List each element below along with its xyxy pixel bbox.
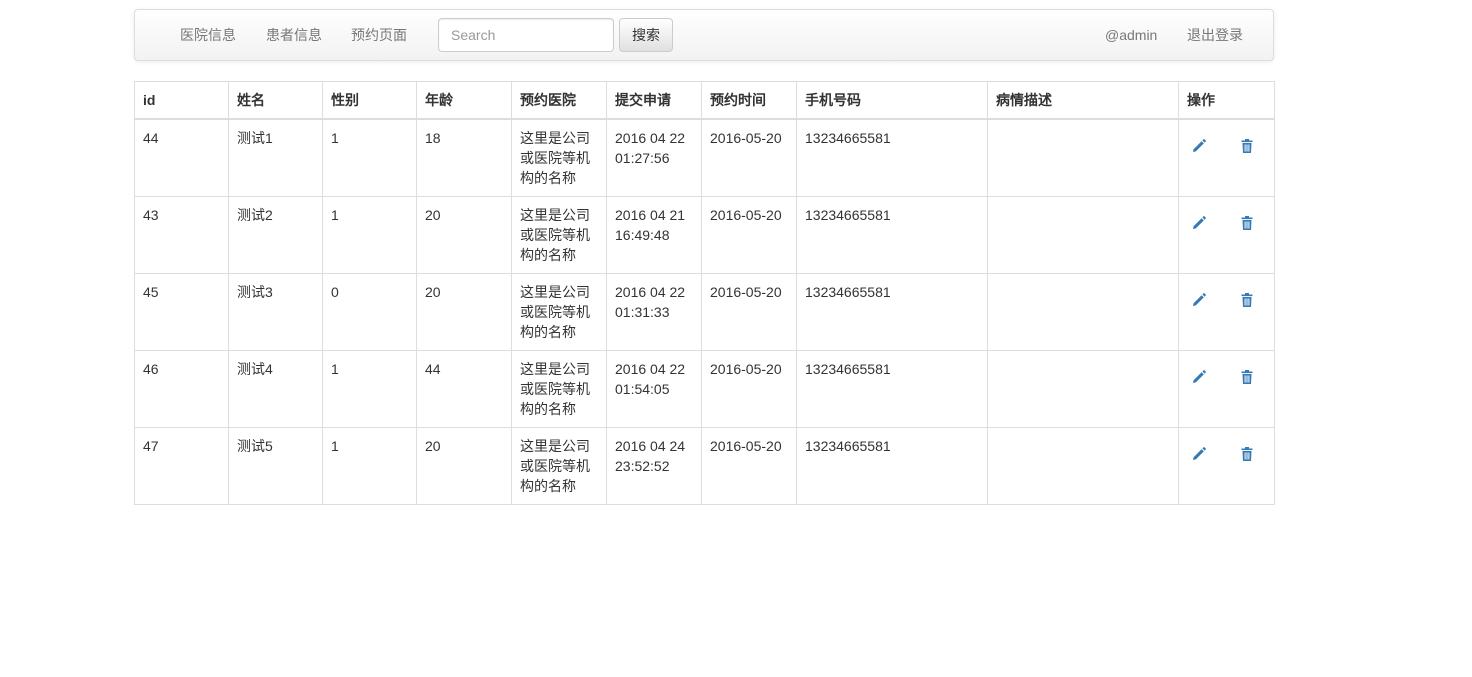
navbar: 医院信息 患者信息 预约页面 搜索 @admin 退出登录 <box>134 9 1274 61</box>
search-input[interactable] <box>438 18 614 52</box>
cell-name: 测试2 <box>228 196 323 274</box>
cell-id: 47 <box>134 427 229 505</box>
trash-icon[interactable] <box>1239 292 1255 308</box>
cell-name: 测试4 <box>228 350 323 428</box>
cell-hospital: 这里是公司或医院等机构的名称 <box>511 273 607 351</box>
cell-phone: 13234665581 <box>796 350 988 428</box>
cell-phone: 13234665581 <box>796 118 988 197</box>
appointments-table: id 姓名 性别 年龄 预约医院 提交申请 预约时间 手机号码 病情描述 操作 … <box>134 81 1275 505</box>
trash-icon[interactable] <box>1239 446 1255 462</box>
cell-phone: 13234665581 <box>796 427 988 505</box>
search-button[interactable]: 搜索 <box>619 18 673 52</box>
cell-hospital: 这里是公司或医院等机构的名称 <box>511 427 607 505</box>
trash-icon[interactable] <box>1239 215 1255 231</box>
cell-age: 20 <box>416 427 512 505</box>
cell-name: 测试3 <box>228 273 323 351</box>
cell-name: 测试5 <box>228 427 323 505</box>
cell-gender: 1 <box>322 118 417 197</box>
column-header-hospital: 预约医院 <box>511 81 607 120</box>
cell-appointment-time: 2016-05-20 <box>701 350 797 428</box>
cell-actions <box>1178 196 1275 274</box>
cell-id: 46 <box>134 350 229 428</box>
nav-link-patient-info[interactable]: 患者信息 <box>266 10 322 60</box>
column-header-submitted: 提交申请 <box>606 81 702 120</box>
pencil-icon[interactable] <box>1191 138 1207 154</box>
logout-link[interactable]: 退出登录 <box>1187 10 1243 60</box>
column-header-name: 姓名 <box>228 81 323 120</box>
user-link[interactable]: @admin <box>1105 10 1157 60</box>
trash-icon[interactable] <box>1239 138 1255 154</box>
cell-appointment-time: 2016-05-20 <box>701 118 797 197</box>
cell-gender: 1 <box>322 427 417 505</box>
column-header-appointment-time: 预约时间 <box>701 81 797 120</box>
cell-submitted: 2016 04 22 01:27:56 <box>606 118 702 197</box>
nav-link-hospital-info[interactable]: 医院信息 <box>180 10 236 60</box>
cell-appointment-time: 2016-05-20 <box>701 196 797 274</box>
nav-link-appointment-page[interactable]: 预约页面 <box>351 10 407 60</box>
cell-phone: 13234665581 <box>796 273 988 351</box>
cell-actions <box>1178 350 1275 428</box>
cell-actions <box>1178 427 1275 505</box>
cell-description <box>987 427 1179 505</box>
table-row: 46 测试4 1 44 这里是公司或医院等机构的名称 2016 04 22 01… <box>134 350 1275 428</box>
cell-age: 20 <box>416 273 512 351</box>
cell-id: 45 <box>134 273 229 351</box>
pencil-icon[interactable] <box>1191 292 1207 308</box>
column-header-actions: 操作 <box>1178 81 1275 120</box>
trash-icon[interactable] <box>1239 369 1255 385</box>
cell-hospital: 这里是公司或医院等机构的名称 <box>511 118 607 197</box>
cell-submitted: 2016 04 22 01:54:05 <box>606 350 702 428</box>
table-header-row: id 姓名 性别 年龄 预约医院 提交申请 预约时间 手机号码 病情描述 操作 <box>134 81 1275 120</box>
cell-age: 44 <box>416 350 512 428</box>
cell-actions <box>1178 118 1275 197</box>
cell-id: 43 <box>134 196 229 274</box>
cell-hospital: 这里是公司或医院等机构的名称 <box>511 350 607 428</box>
cell-description <box>987 196 1179 274</box>
cell-gender: 0 <box>322 273 417 351</box>
cell-submitted: 2016 04 22 01:31:33 <box>606 273 702 351</box>
cell-phone: 13234665581 <box>796 196 988 274</box>
cell-description <box>987 273 1179 351</box>
pencil-icon[interactable] <box>1191 446 1207 462</box>
cell-description <box>987 350 1179 428</box>
column-header-phone: 手机号码 <box>796 81 988 120</box>
table-row: 47 测试5 1 20 这里是公司或医院等机构的名称 2016 04 24 23… <box>134 427 1275 505</box>
cell-gender: 1 <box>322 196 417 274</box>
pencil-icon[interactable] <box>1191 369 1207 385</box>
cell-hospital: 这里是公司或医院等机构的名称 <box>511 196 607 274</box>
table-body: 44 测试1 1 18 这里是公司或医院等机构的名称 2016 04 22 01… <box>134 118 1275 505</box>
cell-actions <box>1178 273 1275 351</box>
table-row: 45 测试3 0 20 这里是公司或医院等机构的名称 2016 04 22 01… <box>134 273 1275 351</box>
column-header-gender: 性别 <box>322 81 417 120</box>
cell-gender: 1 <box>322 350 417 428</box>
cell-description <box>987 118 1179 197</box>
column-header-age: 年龄 <box>416 81 512 120</box>
cell-submitted: 2016 04 21 16:49:48 <box>606 196 702 274</box>
cell-id: 44 <box>134 118 229 197</box>
pencil-icon[interactable] <box>1191 215 1207 231</box>
cell-submitted: 2016 04 24 23:52:52 <box>606 427 702 505</box>
column-header-description: 病情描述 <box>987 81 1179 120</box>
column-header-id: id <box>134 81 229 120</box>
cell-age: 18 <box>416 118 512 197</box>
cell-age: 20 <box>416 196 512 274</box>
cell-name: 测试1 <box>228 118 323 197</box>
cell-appointment-time: 2016-05-20 <box>701 273 797 351</box>
table-row: 44 测试1 1 18 这里是公司或医院等机构的名称 2016 04 22 01… <box>134 118 1275 197</box>
table-row: 43 测试2 1 20 这里是公司或医院等机构的名称 2016 04 21 16… <box>134 196 1275 274</box>
cell-appointment-time: 2016-05-20 <box>701 427 797 505</box>
